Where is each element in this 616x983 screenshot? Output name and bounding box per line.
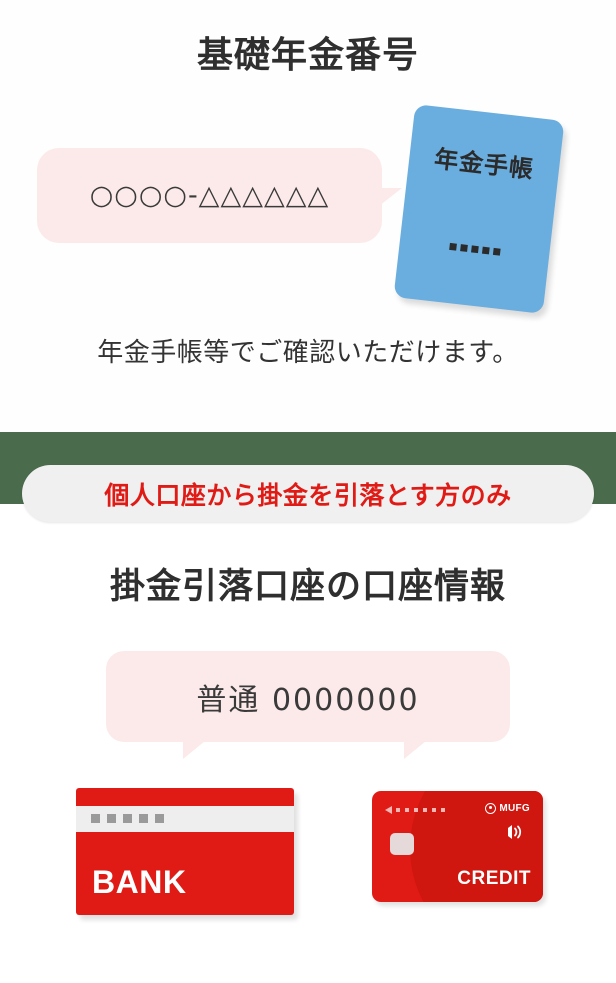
notice-pill: 個人口座から掛金を引落とす方のみ bbox=[22, 465, 594, 522]
withdrawal-account-section: 個人口座から掛金を引落とす方のみ 掛金引落口座の口座情報 普通 0000000 … bbox=[0, 465, 616, 983]
credit-card-chip-icon bbox=[390, 833, 414, 855]
credit-card-brand-label: MUFG bbox=[499, 803, 530, 814]
account-bubble-tail-left-icon bbox=[183, 741, 227, 759]
pension-booklet-marks-icon bbox=[400, 237, 550, 261]
account-number-bubble: 普通 0000000 bbox=[106, 651, 510, 742]
account-bubble-tail-right-icon bbox=[404, 741, 448, 759]
credit-card-arrow-icon bbox=[385, 806, 392, 814]
account-number-value: 普通 0000000 bbox=[196, 682, 420, 718]
credit-card-label: CREDIT bbox=[457, 868, 531, 889]
pension-booklet-label: 年金手帳 bbox=[432, 145, 536, 184]
contactless-icon bbox=[508, 825, 522, 839]
credit-card-brand: MUFG bbox=[485, 803, 530, 814]
credit-card-top-dots-icon bbox=[396, 808, 445, 812]
bank-card-stripe-dots-icon bbox=[91, 814, 164, 823]
bank-card-illustration: BANK bbox=[76, 788, 294, 915]
bank-card-label: BANK bbox=[92, 864, 187, 900]
basic-pension-number-section: 基礎年金番号 ○○○○-△△△△△△ 年金手帳 年金手帳等でご確認いただけます。 bbox=[0, 0, 616, 432]
notice-pill-label: 個人口座から掛金を引落とす方のみ bbox=[104, 481, 512, 510]
illustration-page: 基礎年金番号 ○○○○-△△△△△△ 年金手帳 年金手帳等でご確認いただけます。… bbox=[0, 0, 616, 983]
section-one-title: 基礎年金番号 bbox=[196, 34, 419, 75]
mufg-logo-icon bbox=[485, 803, 497, 814]
pension-booklet-illustration: 年金手帳 bbox=[393, 104, 565, 314]
section-one-caption: 年金手帳等でご確認いただけます。 bbox=[97, 337, 519, 367]
pension-number-value: ○○○○-△△△△△△ bbox=[89, 180, 330, 211]
section-two-title: 掛金引落口座の口座情報 bbox=[109, 567, 506, 606]
credit-card-illustration: MUFG CREDIT bbox=[372, 791, 543, 902]
